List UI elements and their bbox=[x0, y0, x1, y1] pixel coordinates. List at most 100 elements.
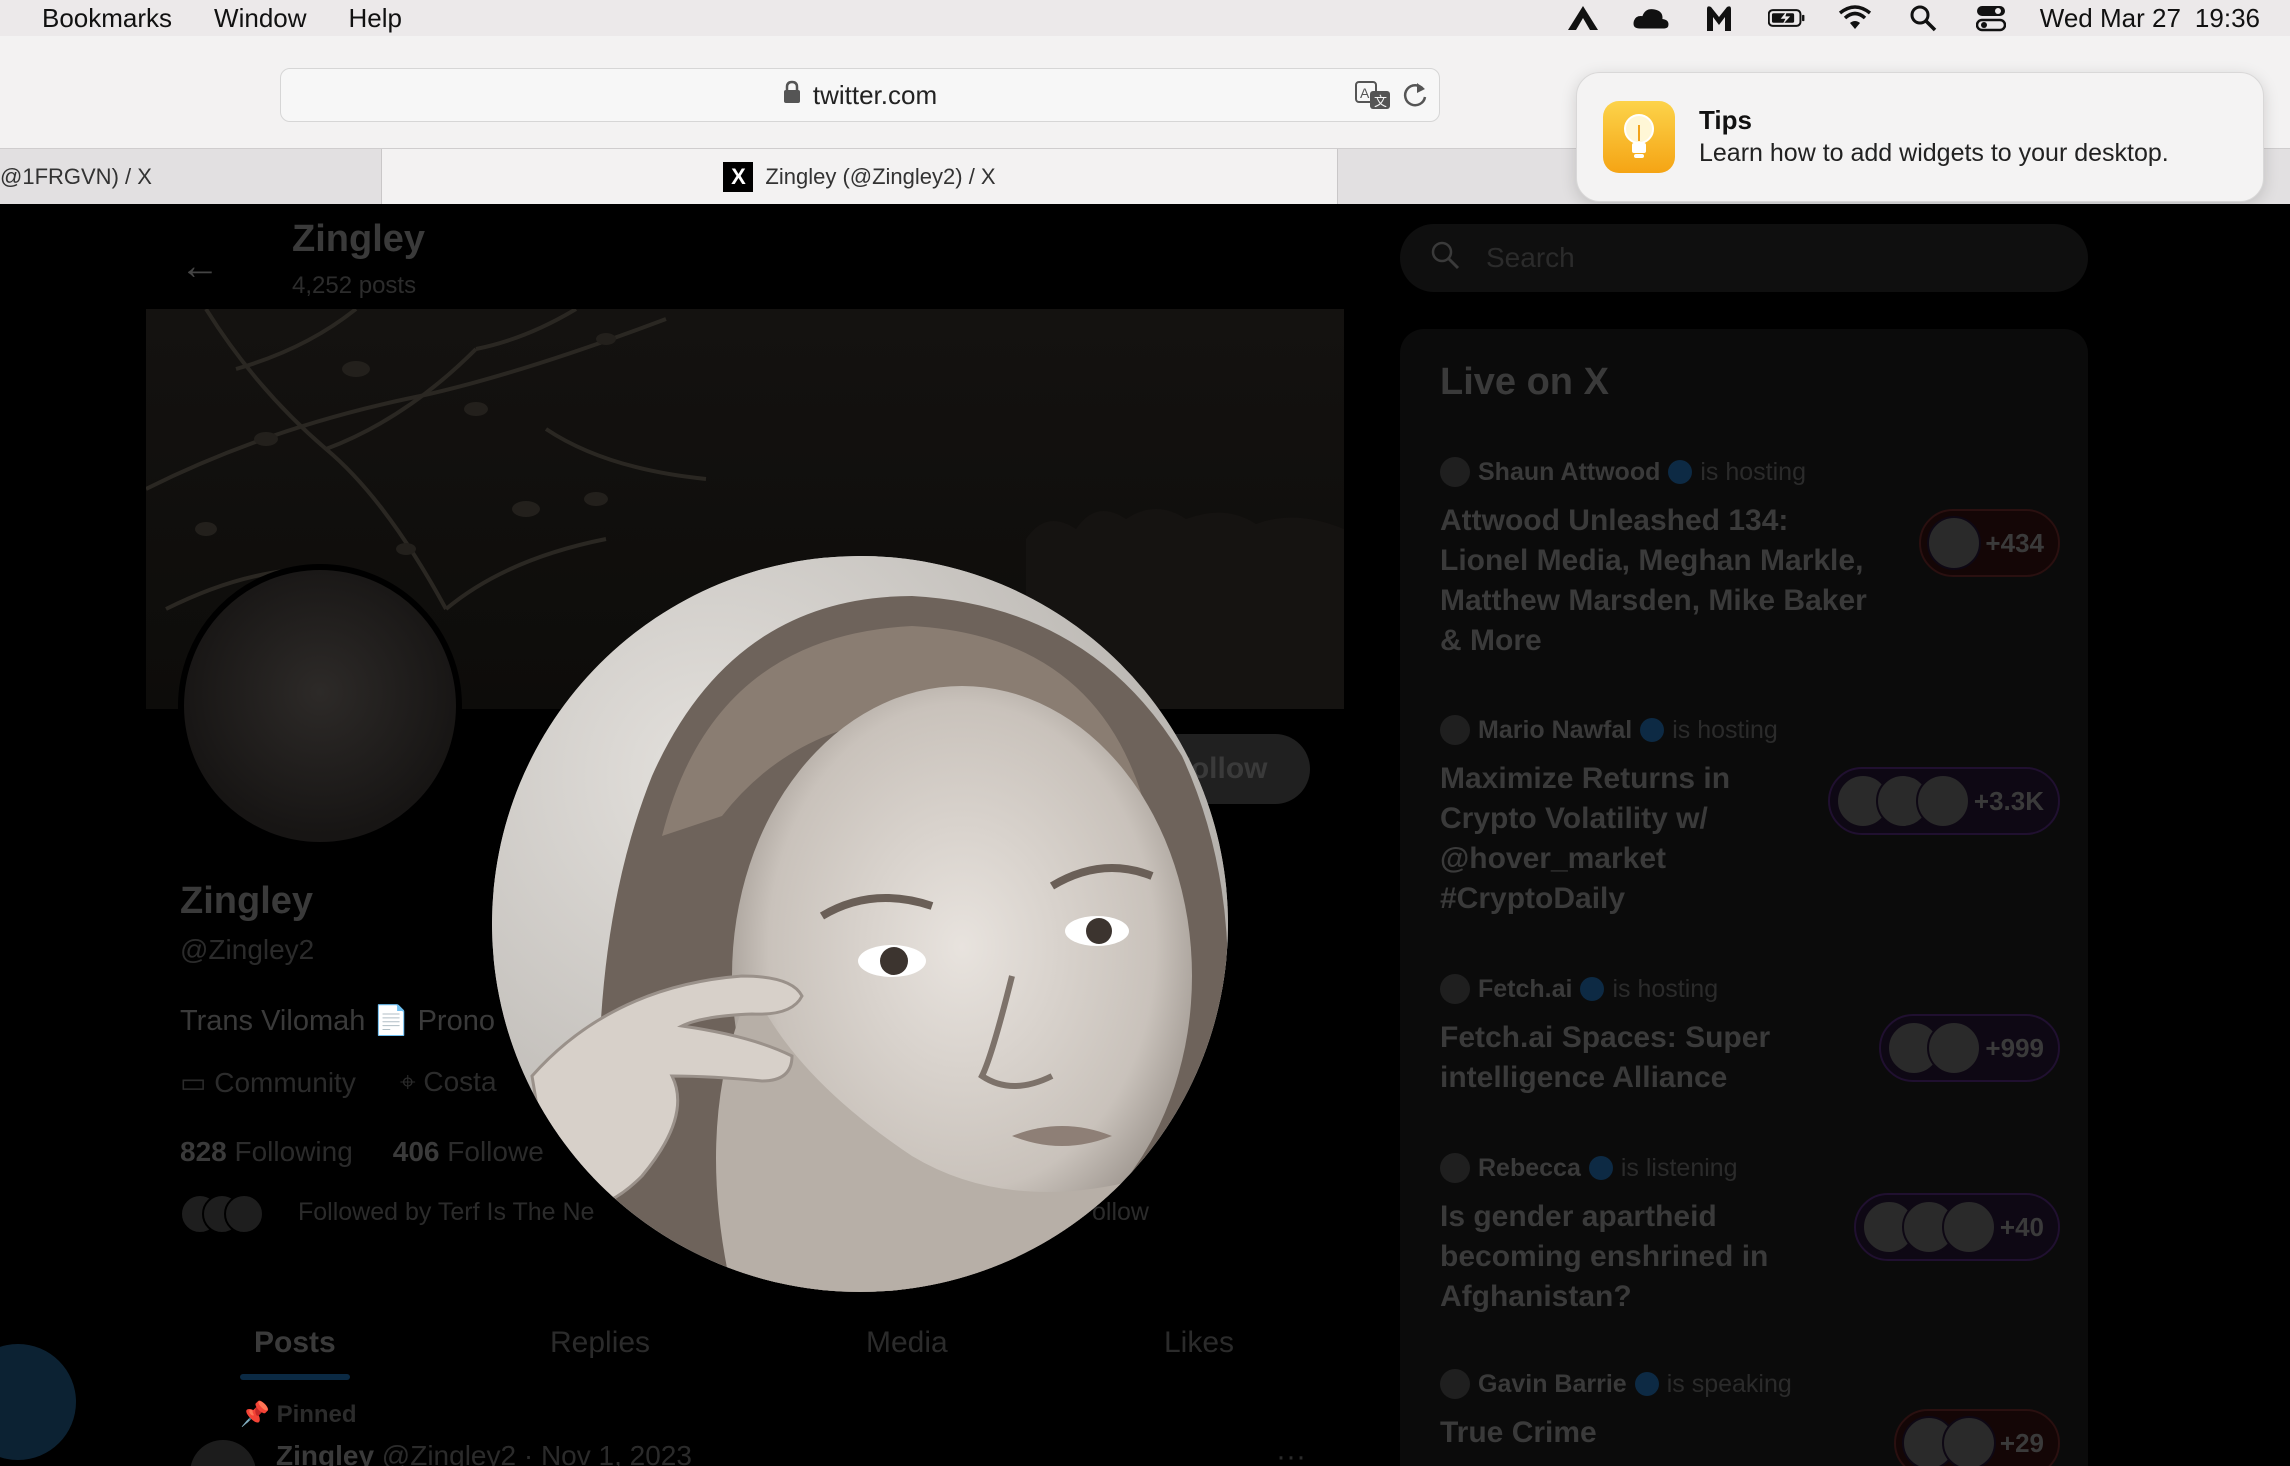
space-host: Fetch.ai is hosting bbox=[1440, 974, 2060, 1004]
space-item[interactable]: Fetch.ai is hosting Fetch.ai Spaces: Supe… bbox=[1440, 974, 2060, 1098]
space-item[interactable]: Rebecca is listening Is gender apartheid … bbox=[1440, 1153, 2060, 1317]
back-arrow-icon[interactable]: ← bbox=[180, 244, 220, 289]
menu-help[interactable]: Help bbox=[349, 3, 402, 34]
space-title: Is gender apartheid becoming enshrined i… bbox=[1440, 1200, 1769, 1313]
notification-title: Tips bbox=[1699, 105, 1752, 135]
compose-fab[interactable] bbox=[0, 1344, 76, 1460]
following-link[interactable]: 828 Following bbox=[180, 1136, 353, 1168]
host-status: is hosting bbox=[1612, 974, 1719, 1003]
space-listeners-pill[interactable]: +999 bbox=[1879, 1014, 2060, 1082]
space-title: Attwood Unleashed 134: Lionel Media, Meg… bbox=[1440, 504, 1867, 657]
live-on-x-panel: Live on X Shaun Attwood is hosting Attwoo… bbox=[1400, 329, 2088, 1466]
post-author[interactable]: Zingley bbox=[276, 1440, 374, 1466]
app-menu: Bookmarks Window Help bbox=[42, 3, 402, 34]
search-icon bbox=[1430, 240, 1460, 277]
cloud-icon[interactable] bbox=[1632, 3, 1670, 33]
profile-avatar-small[interactable] bbox=[178, 564, 462, 848]
enlarged-profile-photo[interactable] bbox=[492, 556, 1228, 1292]
followers-link[interactable]: 406 Followe bbox=[393, 1136, 544, 1168]
notification-body: Learn how to add widgets to your desktop… bbox=[1699, 139, 2169, 167]
briefcase-icon: ▭ bbox=[180, 1067, 215, 1098]
host-name: Mario Nawfal bbox=[1478, 715, 1633, 744]
post-meta: @Zingley2 · Nov 1, 2023 bbox=[381, 1440, 692, 1466]
listener-avatar bbox=[1927, 516, 1982, 570]
host-avatar bbox=[1440, 457, 1470, 487]
malwarebytes-icon[interactable] bbox=[1700, 3, 1738, 33]
community-meta[interactable]: ▭ Community bbox=[180, 1066, 356, 1099]
notification-banner[interactable]: Tips Learn how to add widgets to your de… bbox=[1576, 72, 2264, 202]
host-status: is hosting bbox=[1700, 457, 1806, 486]
community-label: Community bbox=[214, 1067, 356, 1098]
address-bar[interactable]: twitter.com A文 bbox=[280, 68, 1440, 122]
followed-by-avatars[interactable] bbox=[180, 1194, 270, 1234]
host-avatar bbox=[1440, 715, 1470, 745]
listener-count: +3.3K bbox=[1973, 785, 2044, 816]
lightbulb-icon bbox=[1603, 101, 1675, 173]
host-status: is speaking bbox=[1666, 1369, 1792, 1398]
tab-replies[interactable]: Replies bbox=[550, 1326, 650, 1360]
host-avatar bbox=[1440, 1369, 1470, 1399]
host-avatar bbox=[1440, 1153, 1470, 1183]
space-item[interactable]: Gavin Barrie is speaking True Crime +29 bbox=[1440, 1369, 2060, 1466]
search-input[interactable]: Search bbox=[1400, 224, 2088, 292]
more-options-icon[interactable]: ··· bbox=[1276, 1440, 1306, 1466]
location-label: Costa bbox=[423, 1066, 497, 1097]
post-avatar[interactable] bbox=[190, 1440, 256, 1466]
spotlight-search-icon[interactable] bbox=[1904, 3, 1942, 33]
space-item[interactable]: Mario Nawfal is hosting Maximize Returns … bbox=[1440, 715, 2060, 919]
location-meta: ⌖ Costa bbox=[400, 1066, 497, 1099]
url-text: twitter.com bbox=[812, 79, 938, 110]
listener-count: +29 bbox=[1999, 1427, 2044, 1458]
app-mountain-icon[interactable] bbox=[1564, 3, 1602, 33]
space-title: Maximize Returns in Crypto Volatility w/… bbox=[1440, 762, 1731, 915]
space-listeners-pill[interactable]: +40 bbox=[1853, 1193, 2060, 1261]
menu-clock[interactable]: Wed Mar 27 19:36 bbox=[2040, 3, 2260, 34]
search-placeholder: Search bbox=[1486, 242, 1575, 273]
followed-by-text[interactable]: Followed by Terf Is The Ne bbox=[298, 1198, 594, 1227]
tab-inactive[interactable]: @1FRGVN) / X bbox=[0, 149, 382, 205]
listener-avatar bbox=[1941, 1200, 1996, 1254]
following-count: 828 bbox=[180, 1136, 227, 1167]
tab-likes[interactable]: Likes bbox=[1164, 1326, 1234, 1360]
svg-text:文: 文 bbox=[1374, 94, 1387, 109]
pinned-label: 📌 Pinned bbox=[240, 1400, 357, 1429]
reload-icon[interactable] bbox=[1401, 81, 1429, 116]
location-pin-icon: ⌖ bbox=[399, 1066, 424, 1097]
space-listeners-pill[interactable]: +434 bbox=[1919, 509, 2060, 577]
menu-time: 19:36 bbox=[2194, 2, 2260, 33]
listener-avatar bbox=[1927, 1021, 1982, 1075]
tab-posts[interactable]: Posts bbox=[254, 1326, 336, 1360]
x-logo-icon: X bbox=[723, 162, 754, 192]
host-name: Shaun Attwood bbox=[1478, 457, 1661, 486]
listener-count: +999 bbox=[1985, 1032, 2044, 1063]
wifi-icon[interactable] bbox=[1836, 3, 1874, 33]
space-item[interactable]: Shaun Attwood is hosting Attwood Unleashe… bbox=[1440, 457, 2060, 661]
tab-media[interactable]: Media bbox=[866, 1326, 948, 1360]
space-host: Mario Nawfal is hosting bbox=[1440, 715, 2060, 745]
control-center-icon[interactable] bbox=[1972, 3, 2010, 33]
host-name: Gavin Barrie bbox=[1478, 1369, 1627, 1398]
space-listeners-pill[interactable]: +29 bbox=[1893, 1409, 2060, 1466]
tab-title: Zingley (@Zingley2) / X bbox=[765, 164, 996, 189]
host-status: is listening bbox=[1620, 1153, 1738, 1182]
battery-charging-icon[interactable] bbox=[1767, 3, 1806, 33]
profile-name: Zingley bbox=[180, 880, 314, 922]
space-title: Fetch.ai Spaces: Super intelligence Alli… bbox=[1440, 1021, 1771, 1094]
followers-label: Followe bbox=[447, 1136, 544, 1167]
tab-active[interactable]: X Zingley (@Zingley2) / X bbox=[382, 149, 1338, 205]
profile-handle: @Zingley2 bbox=[180, 934, 315, 965]
host-status: is hosting bbox=[1672, 715, 1778, 744]
post-count: 4,252 posts bbox=[292, 272, 417, 299]
following-label: Following bbox=[234, 1136, 353, 1167]
space-listeners-pill[interactable]: +3.3K bbox=[1827, 767, 2060, 835]
followers-count: 406 bbox=[392, 1136, 440, 1167]
listener-avatar bbox=[1941, 1416, 1996, 1466]
space-host: Shaun Attwood is hosting bbox=[1440, 457, 2060, 487]
listener-count: +40 bbox=[1999, 1211, 2044, 1242]
space-host: Gavin Barrie is speaking bbox=[1440, 1369, 2060, 1399]
space-host: Rebecca is listening bbox=[1440, 1153, 2060, 1183]
menu-bookmarks[interactable]: Bookmarks bbox=[42, 3, 172, 34]
translate-icon[interactable]: A文 bbox=[1355, 81, 1391, 118]
menu-window[interactable]: Window bbox=[214, 3, 306, 34]
post-header: Zingley @Zingley2 · Nov 1, 2023 bbox=[276, 1440, 692, 1466]
